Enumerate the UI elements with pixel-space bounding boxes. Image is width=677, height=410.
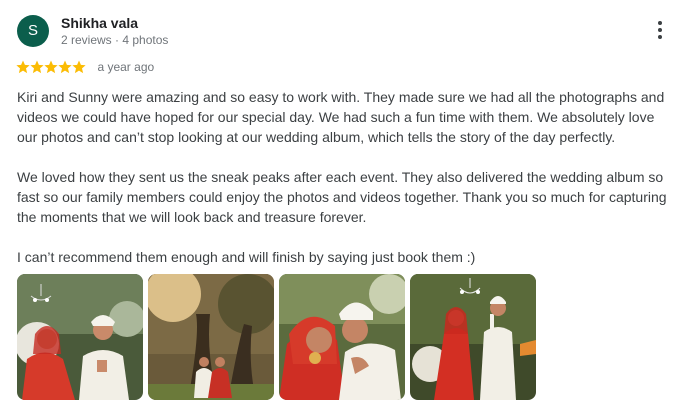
review-header: S Shikha vala 2 reviews · 4 photos — [17, 15, 667, 49]
more-vert-icon — [658, 21, 662, 25]
star-icon — [16, 60, 30, 73]
star-icon — [30, 60, 44, 73]
star-icon — [58, 60, 72, 73]
avatar[interactable]: S — [17, 15, 49, 47]
reviewer-name[interactable]: Shikha vala — [61, 15, 138, 31]
star-icon — [72, 60, 86, 73]
review-paragraph: We loved how they sent us the sneak peak… — [17, 169, 667, 225]
more-vert-icon-dot — [658, 28, 662, 32]
review-photo-3[interactable] — [279, 274, 405, 400]
reviewer-meta: 2 reviews · 4 photos — [61, 33, 169, 47]
star-rating — [16, 60, 86, 74]
star-icon — [44, 60, 58, 73]
review-date: a year ago — [97, 59, 155, 74]
more-vert-icon-dot — [658, 35, 662, 39]
more-options-button[interactable] — [653, 19, 667, 41]
review-photo-2[interactable] — [148, 274, 274, 400]
rating-row: a year ago — [16, 58, 154, 74]
review-paragraph: I can’t recommend them enough and will f… — [17, 249, 476, 265]
stars-icon — [16, 60, 86, 73]
review-photo-1[interactable] — [17, 274, 143, 400]
review-paragraph: Kiri and Sunny were amazing and so easy … — [17, 89, 665, 145]
review-photo-4[interactable] — [410, 274, 536, 400]
review-text: Kiri and Sunny were amazing and so easy … — [17, 87, 672, 287]
